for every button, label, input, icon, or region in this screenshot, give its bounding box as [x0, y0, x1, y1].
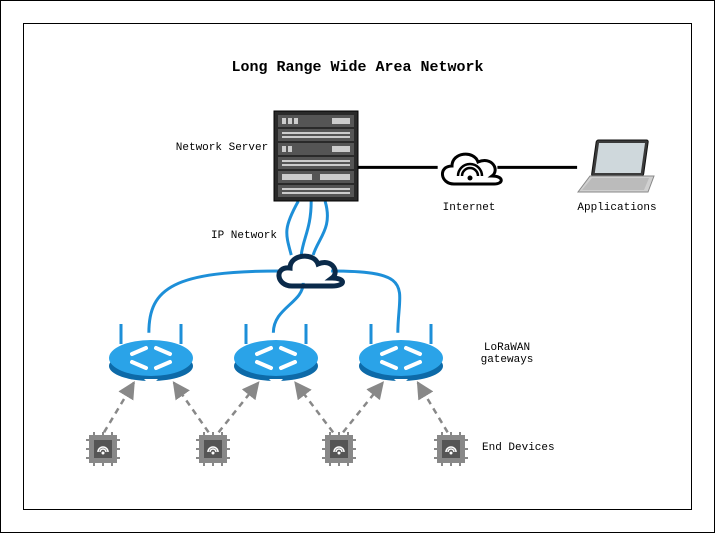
end-devices-label: End Devices: [482, 442, 572, 454]
network-server-icon: [272, 109, 360, 204]
network-server-label: Network Server: [172, 142, 272, 154]
end-device-1-icon: [86, 432, 120, 471]
diagram-canvas: Long Range Wide Area Network: [23, 23, 692, 510]
connections-layer: [24, 24, 691, 509]
laptop-icon: [572, 136, 662, 201]
applications-label: Applications: [572, 202, 662, 214]
gateway-3-icon: [356, 324, 446, 391]
ip-network-icon: [270, 246, 346, 297]
end-device-4-icon: [434, 432, 468, 471]
ip-network-label: IP Network: [204, 230, 284, 242]
end-device-3-icon: [322, 432, 356, 471]
diagram-title: Long Range Wide Area Network: [24, 59, 691, 76]
gateway-2-icon: [231, 324, 321, 391]
gateway-1-icon: [106, 324, 196, 391]
internet-label: Internet: [439, 202, 499, 214]
gateways-label: LoRaWAN gateways: [472, 342, 542, 366]
end-device-2-icon: [196, 432, 230, 471]
internet-icon: [434, 142, 506, 199]
diagram-frame: Long Range Wide Area Network: [0, 0, 715, 533]
